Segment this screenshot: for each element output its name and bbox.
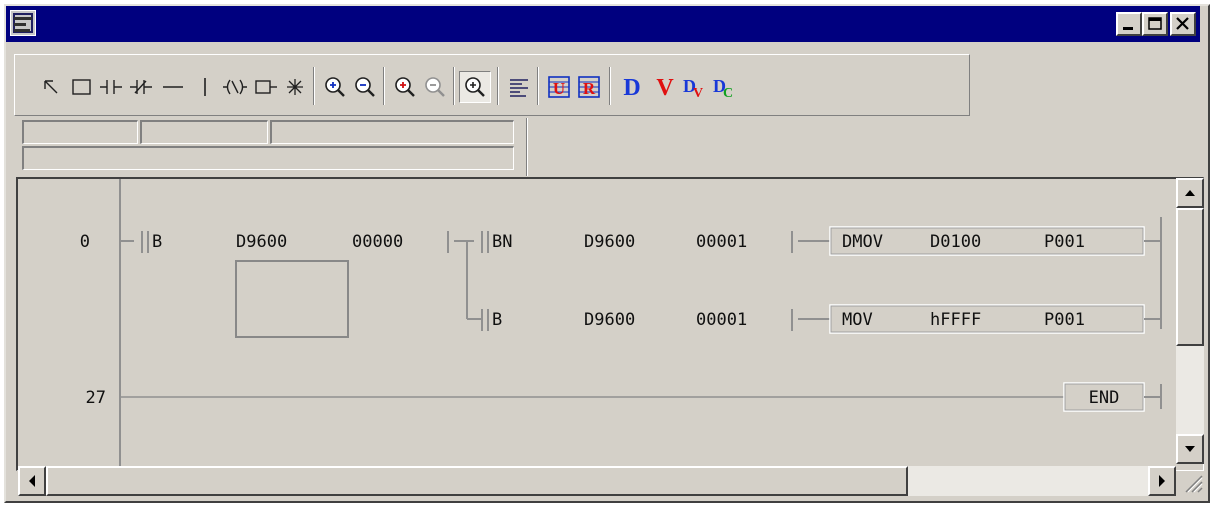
status-field-2: [140, 120, 268, 144]
scroll-left-button[interactable]: [18, 466, 46, 496]
zoom-fit-icon[interactable]: [459, 71, 491, 103]
dv-icon[interactable]: DV: [679, 73, 707, 101]
close-icon: [1176, 17, 1189, 30]
close-button[interactable]: [1170, 12, 1196, 36]
minimize-button[interactable]: [1116, 12, 1142, 36]
svg-text:D: D: [623, 75, 640, 101]
dc-icon[interactable]: DC: [709, 73, 737, 101]
contact-operand: D9600: [584, 310, 635, 330]
vertical-line-icon[interactable]: [191, 73, 219, 101]
zoom-in-red-icon[interactable]: [391, 73, 419, 101]
contact-operand: D9600: [236, 232, 287, 252]
ladder-canvas: 0 B D9600 00000 BN D9600 00001 DMOV D010…: [80, 179, 1162, 470]
align-text-icon[interactable]: [505, 73, 533, 101]
contact-type: BN: [492, 232, 512, 252]
horizontal-scroll-thumb[interactable]: [46, 466, 908, 496]
instruction-arg: P001: [1044, 310, 1085, 330]
contact-operand: 00001: [696, 310, 747, 330]
contact-no-icon[interactable]: [97, 73, 125, 101]
scroll-down-button[interactable]: [1176, 434, 1204, 464]
arrow-up-icon: [1185, 190, 1195, 196]
status-field-4: [22, 146, 514, 170]
instruction-op: MOV: [842, 310, 873, 330]
star-icon[interactable]: [281, 73, 309, 101]
svg-text:V: V: [693, 86, 703, 101]
vertical-scrollbar[interactable]: [1176, 178, 1204, 464]
step-number: 0: [80, 232, 90, 252]
zoom-out-red-icon[interactable]: [421, 73, 449, 101]
maximize-icon: [1148, 17, 1162, 30]
arrow-left-icon: [29, 475, 35, 487]
status-field-1: [22, 120, 138, 144]
r-register-icon[interactable]: R: [575, 73, 603, 101]
arrow-right-icon: [1159, 475, 1165, 487]
contact-type: B: [492, 310, 502, 330]
function-box-icon[interactable]: [251, 73, 279, 101]
step-number: 27: [86, 388, 106, 408]
instruction-op: DMOV: [842, 232, 883, 252]
arrow-down-icon: [1185, 446, 1195, 452]
status-panel: [22, 118, 526, 176]
instruction-box[interactable]: [829, 304, 1145, 334]
toolbar: U R D V DV DC: [14, 54, 970, 116]
svg-text:R: R: [583, 79, 596, 98]
minimize-icon: [1123, 27, 1133, 30]
contact-operand: D9600: [584, 232, 635, 252]
instruction-arg: hFFFF: [930, 310, 981, 330]
contact-type: B: [152, 232, 162, 252]
v-red-icon[interactable]: V: [651, 73, 679, 101]
u-register-icon[interactable]: U: [545, 73, 573, 101]
rectangle-select-icon[interactable]: [67, 73, 95, 101]
maximize-button[interactable]: [1142, 12, 1168, 36]
scroll-up-button[interactable]: [1176, 178, 1204, 208]
scroll-right-button[interactable]: [1148, 466, 1176, 496]
zoom-in-icon[interactable]: [321, 73, 349, 101]
status-field-3: [270, 120, 514, 144]
contact-nc-icon[interactable]: [127, 73, 155, 101]
coil-icon[interactable]: [221, 73, 249, 101]
resize-grip-icon[interactable]: [1178, 468, 1204, 496]
svg-text:C: C: [723, 86, 733, 101]
contact-operand: 00000: [352, 232, 403, 252]
svg-text:V: V: [656, 75, 674, 101]
instruction-arg: D0100: [930, 232, 981, 252]
horizontal-line-icon[interactable]: [159, 73, 187, 101]
horizontal-scrollbar[interactable]: [18, 466, 1176, 496]
svg-text:U: U: [553, 79, 565, 98]
vertical-scroll-thumb[interactable]: [1176, 208, 1204, 346]
cursor-box[interactable]: [235, 260, 349, 338]
contact-operand: 00001: [696, 232, 747, 252]
end-label: END: [1089, 388, 1120, 408]
title-bar[interactable]: [6, 6, 1200, 42]
zoom-out-icon[interactable]: [351, 73, 379, 101]
instruction-arg: P001: [1044, 232, 1085, 252]
ladder-diagram[interactable]: 0 B D9600 00000 BN D9600 00001 DMOV D010…: [16, 177, 1204, 471]
app-icon[interactable]: [10, 10, 36, 36]
select-arrow-icon[interactable]: [37, 73, 65, 101]
d-blue-icon[interactable]: D: [619, 73, 647, 101]
